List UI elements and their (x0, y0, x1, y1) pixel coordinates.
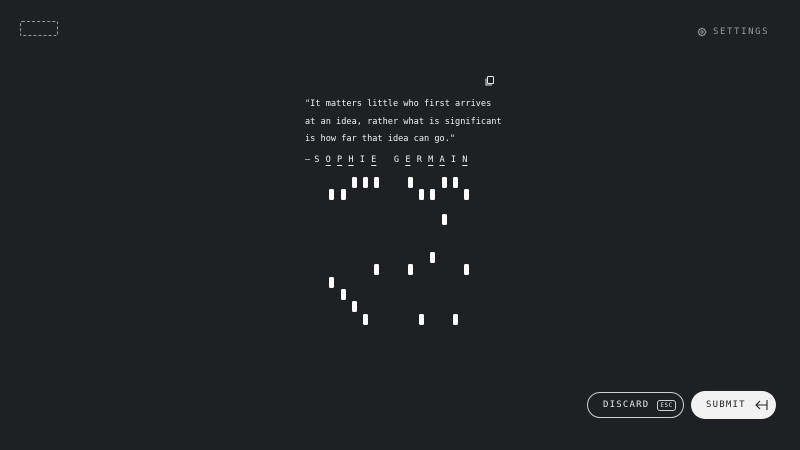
author-letter: I (359, 155, 365, 165)
keycap-pill (408, 177, 413, 188)
keycap-pill (453, 314, 458, 325)
keycap-pill (442, 214, 447, 225)
keycap-pill (363, 177, 368, 188)
discard-label: DISCARD (603, 400, 650, 410)
quote-author: — S O P H I E G E R M A I N (305, 155, 474, 165)
settings-button[interactable]: SETTINGS (697, 27, 769, 37)
keycap-pill (374, 177, 379, 188)
copy-icon[interactable] (484, 75, 496, 87)
gear-icon (697, 27, 707, 37)
author-letter: A (439, 155, 445, 165)
keycap-pill (329, 277, 334, 288)
keycap-pill (352, 301, 357, 312)
author-letter: S (314, 155, 320, 165)
keycap-pill (419, 189, 424, 200)
author-letter: M (428, 155, 434, 165)
author-letter (383, 155, 394, 165)
author-letter: G (393, 155, 400, 165)
keycap-pill (341, 289, 346, 300)
keycap-pill (341, 189, 346, 200)
logo-placeholder (20, 21, 58, 36)
author-letter: N (462, 155, 468, 165)
settings-label: SETTINGS (713, 27, 770, 37)
submit-button[interactable]: SUBMIT (691, 391, 776, 419)
author-dash: — (305, 155, 311, 165)
keycap-pill (374, 264, 379, 275)
author-letter: R (416, 155, 422, 165)
author-letter: P (336, 155, 343, 165)
keycap-pill (363, 314, 368, 325)
keycap-pill (464, 264, 469, 275)
author-letter: O (325, 155, 331, 165)
keycap-pill (352, 177, 357, 188)
enter-arrow-icon (754, 400, 768, 410)
discard-button[interactable]: DISCARD ESC (587, 392, 684, 418)
esc-key-badge: ESC (657, 399, 676, 411)
author-letter: I (450, 155, 457, 165)
keycap-pill (329, 189, 334, 200)
quote-text: "It matters little who first arrives at … (305, 99, 502, 144)
author-letter: E (371, 155, 377, 165)
submit-label: SUBMIT (706, 400, 746, 410)
keycap-pill (430, 252, 435, 263)
keycap-pill (442, 177, 447, 188)
keycap-pill (464, 189, 469, 200)
keycap-pill (430, 189, 435, 200)
keycap-pill (419, 314, 424, 325)
keycap-pill (408, 264, 413, 275)
keycap-pill (453, 177, 458, 188)
author-letter: E (405, 155, 411, 165)
author-letter: H (348, 155, 354, 165)
